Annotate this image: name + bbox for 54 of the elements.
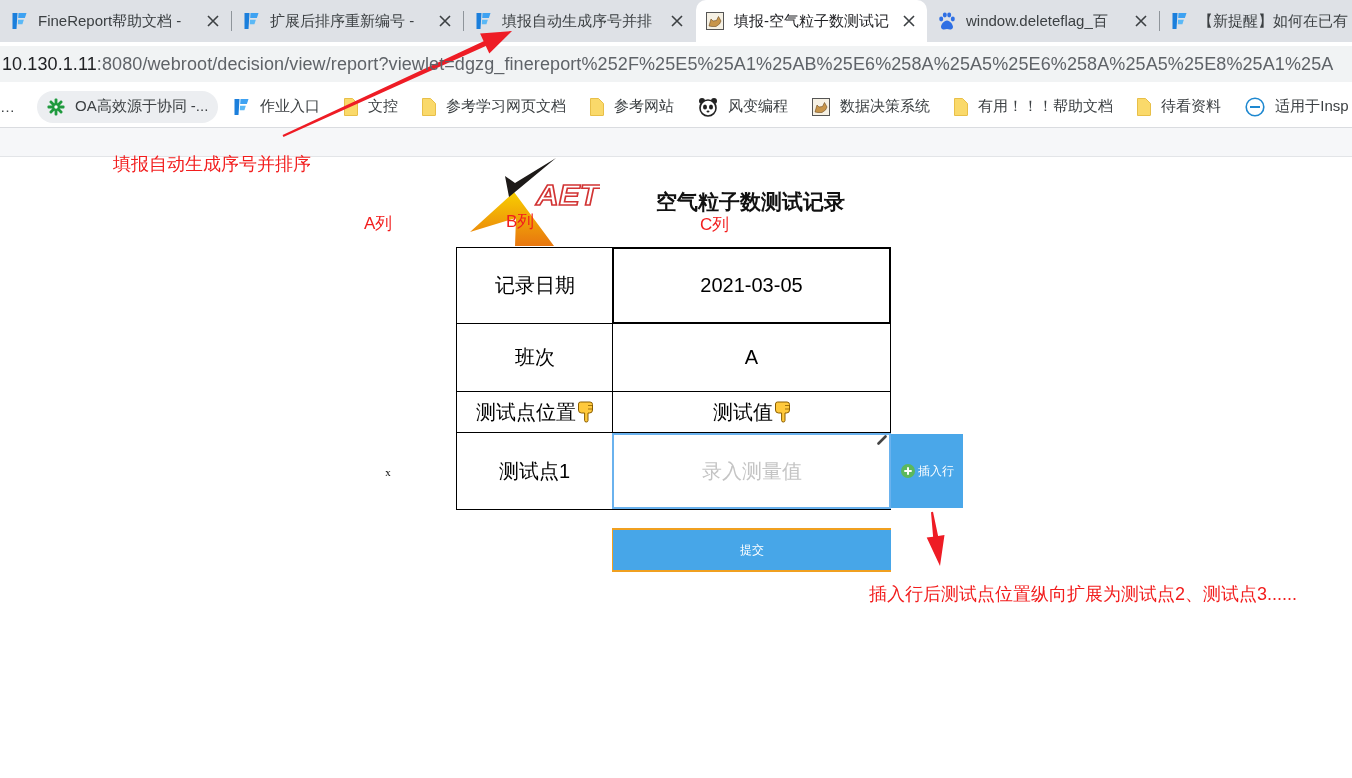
column-annotation: C列 (700, 215, 730, 235)
cat-icon (706, 12, 724, 30)
input-field[interactable]: 录入测量值 (612, 433, 891, 509)
close-icon[interactable] (903, 15, 915, 27)
close-icon[interactable] (671, 15, 683, 27)
folder-icon (954, 97, 969, 116)
annotation-arrow (924, 510, 947, 568)
folder-icon (590, 97, 605, 116)
browser-tab[interactable]: 扩展后排序重新编号 - (232, 0, 463, 42)
browser-tab[interactable]: window.deleteflag_百 (928, 0, 1159, 42)
browser-tab[interactable]: 填报-空气粒子数测试记 (696, 0, 927, 42)
bookmark-item[interactable]: 参考学习网页文档 (412, 90, 577, 123)
circle-logo-icon (1245, 96, 1266, 117)
bookmark-item[interactable]: … (0, 90, 23, 123)
bookmark-item[interactable]: OA高效源于协同 -... (37, 90, 219, 123)
table-cell: 班次 (456, 324, 612, 392)
bookmark-item[interactable]: 数据决策系统 (802, 90, 941, 123)
annotation-note: 插入行后测试点位置纵向扩展为测试点2、测试点3...... (869, 584, 1298, 604)
browser-tab[interactable]: 【新提醒】如何在已有 (1160, 0, 1352, 42)
panda-icon (698, 96, 719, 117)
bookmark-item[interactable]: 参考网站 (580, 90, 685, 123)
column-header: 测试值 (712, 399, 773, 425)
table-cell: 记录日期 (456, 247, 612, 324)
table-cell: A (612, 324, 891, 392)
close-icon[interactable] (439, 15, 451, 27)
close-icon[interactable] (1135, 15, 1147, 27)
close-icon[interactable] (207, 15, 219, 27)
folder-icon (422, 97, 437, 116)
app-logo-icon (1170, 12, 1188, 30)
annotation-note: 填报自动生成序号并排序 (113, 154, 311, 174)
app-logo-icon (242, 12, 260, 30)
bookmark-item[interactable]: 有用！！！帮助文档 (944, 90, 1124, 123)
pointing-hand-icon (576, 401, 594, 423)
column-header: 测试点位置 (475, 399, 576, 425)
plus-icon (900, 464, 915, 478)
folder-icon (1137, 97, 1152, 116)
cat-icon (812, 97, 831, 116)
pencil-icon (877, 435, 887, 445)
app-logo-icon (10, 12, 28, 30)
bookmark-item[interactable]: 风变编程 (688, 90, 799, 123)
gear-icon (47, 97, 65, 116)
browser-tab[interactable]: FineReport帮助文档 - (0, 0, 231, 42)
report-title: 空气粒子数测试记录 (656, 190, 845, 214)
app-logo-icon (232, 97, 251, 116)
marker-text: x (385, 465, 391, 478)
bookmark-item[interactable]: 待看资料 (1127, 90, 1232, 123)
bookmark-item[interactable]: 作业入口 (222, 90, 331, 123)
column-annotation: A列 (364, 214, 393, 234)
pointing-hand-icon (773, 401, 791, 423)
table-cell: 2021-03-05 (612, 247, 891, 324)
browser-tab[interactable]: 填报自动生成序号并排 (464, 0, 695, 42)
app-logo-icon (474, 12, 492, 30)
paw-icon (938, 12, 956, 30)
bookmark-item[interactable]: 适用于Insp (1235, 90, 1352, 123)
